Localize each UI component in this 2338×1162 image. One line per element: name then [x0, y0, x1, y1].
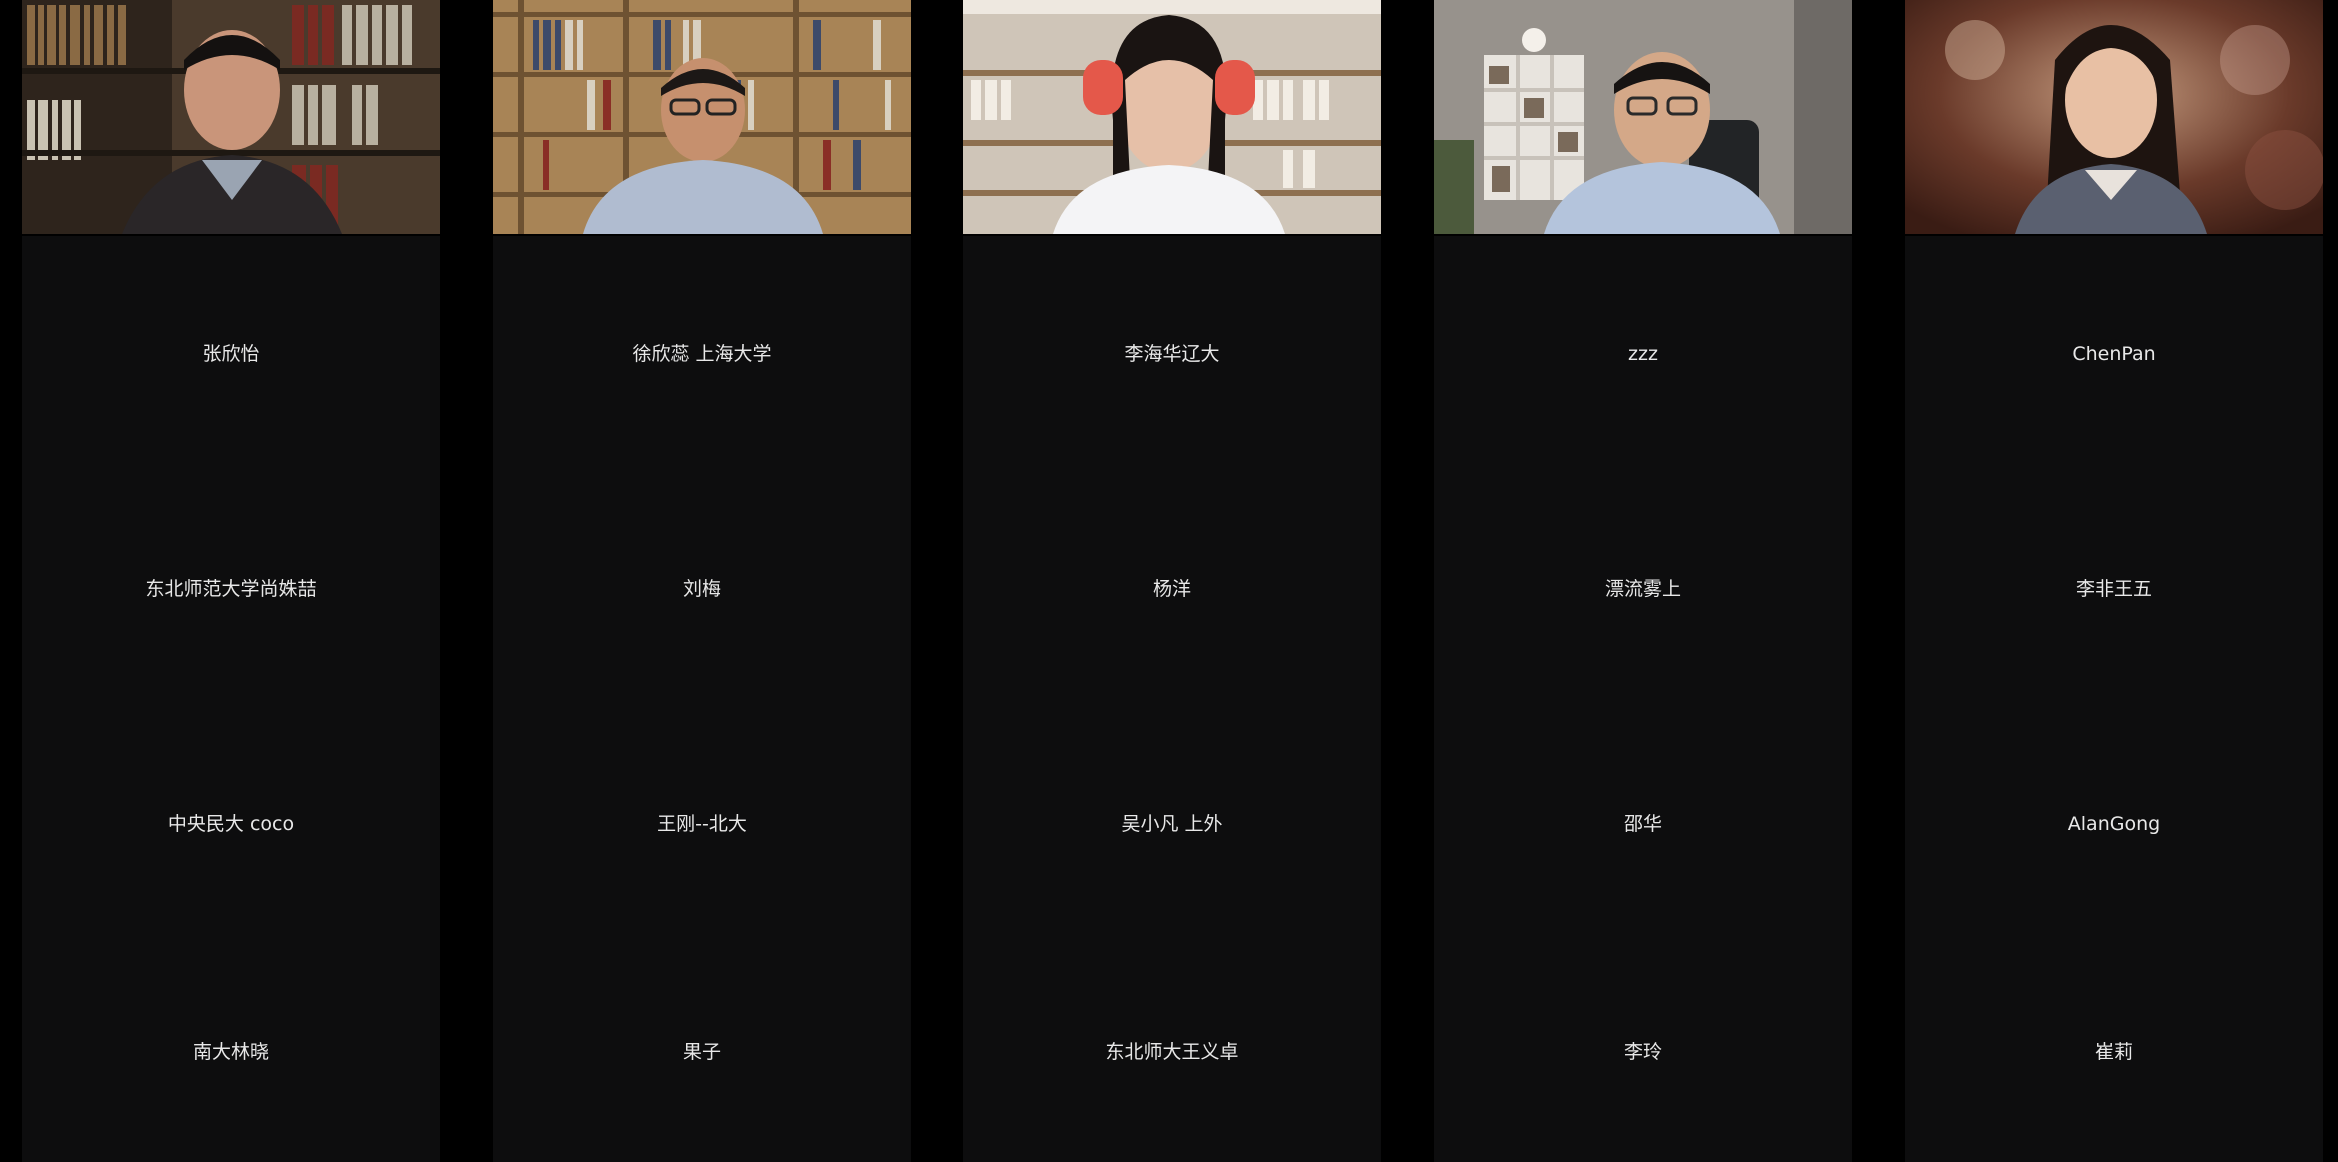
participant-tile[interactable]: 杨洋 — [963, 471, 1381, 706]
gallery-column-1: 张欣怡 东北师范大学尚姝喆 中央民大 coco 南大林晓 — [22, 0, 440, 1162]
participant-name: 东北师大王义卓 — [1105, 1040, 1239, 1063]
gallery-column-4: zzz 漂流雾上 邵华 李玲 — [1434, 0, 1852, 1162]
gallery-column-5: ChenPan 李非王五 AlanGong 崔莉 — [1905, 0, 2323, 1162]
participant-name: 中央民大 coco — [167, 812, 295, 835]
participant-name: 李非王五 — [2075, 577, 2152, 600]
participant-tile[interactable]: 漂流雾上 — [1434, 471, 1852, 706]
participant-tile[interactable]: 徐欣蕊 上海大学 — [493, 236, 911, 471]
participant-tile[interactable]: zzz — [1434, 236, 1852, 471]
participant-name: 邵华 — [1623, 812, 1662, 835]
participant-tile[interactable]: 张欣怡 — [22, 236, 440, 471]
participant-name: 徐欣蕊 上海大学 — [632, 342, 772, 365]
participant-tile[interactable]: 邵华 — [1434, 706, 1852, 941]
participant-name: ChenPan — [2072, 342, 2156, 365]
participant-tile[interactable]: AlanGong — [1905, 706, 2323, 941]
participant-tile[interactable]: 中央民大 coco — [22, 706, 440, 941]
participant-name: zzz — [1628, 342, 1658, 365]
participant-video-tile[interactable] — [493, 0, 911, 234]
participant-name: 漂流雾上 — [1604, 577, 1681, 600]
gallery-column-2: 徐欣蕊 上海大学 刘梅 王刚--北大 果子 — [493, 0, 911, 1162]
participant-video-tile[interactable] — [963, 0, 1381, 234]
participant-name: 东北师范大学尚姝喆 — [145, 577, 317, 600]
participant-tile[interactable]: 东北师大王义卓 — [963, 941, 1381, 1162]
participant-name: 李玲 — [1623, 1040, 1662, 1063]
gallery-column-3: 李海华辽大 杨洋 吴小凡 上外 东北师大王义卓 — [963, 0, 1381, 1162]
participant-video-feed — [963, 0, 1381, 234]
participant-name: 张欣怡 — [202, 342, 260, 365]
participant-name: 刘梅 — [682, 577, 721, 600]
participant-name: AlanGong — [2067, 812, 2161, 835]
participant-video-tile[interactable] — [1905, 0, 2323, 234]
participant-tile[interactable]: 果子 — [493, 941, 911, 1162]
participant-tile[interactable]: 李海华辽大 — [963, 236, 1381, 471]
participant-name: 李海华辽大 — [1124, 342, 1220, 365]
participant-tile[interactable]: 崔莉 — [1905, 941, 2323, 1162]
participant-tile[interactable]: ChenPan — [1905, 236, 2323, 471]
participant-name: 果子 — [682, 1040, 721, 1063]
participant-video-feed — [22, 0, 440, 234]
participant-tile[interactable]: 王刚--北大 — [493, 706, 911, 941]
participant-name: 南大林晓 — [192, 1040, 269, 1063]
participant-tile[interactable]: 东北师范大学尚姝喆 — [22, 471, 440, 706]
participant-video-feed — [1905, 0, 2323, 234]
participant-tile[interactable]: 刘梅 — [493, 471, 911, 706]
participant-tile[interactable]: 吴小凡 上外 — [963, 706, 1381, 941]
participant-tile[interactable]: 李玲 — [1434, 941, 1852, 1162]
participant-tile[interactable]: 南大林晓 — [22, 941, 440, 1162]
participant-name: 王刚--北大 — [657, 812, 747, 835]
participant-name: 吴小凡 上外 — [1121, 812, 1223, 835]
participant-video-tile[interactable] — [1434, 0, 1852, 234]
participant-name: 杨洋 — [1152, 577, 1191, 600]
participant-video-tile[interactable] — [22, 0, 440, 234]
participant-name: 崔莉 — [2094, 1040, 2133, 1063]
participant-video-feed — [493, 0, 911, 234]
video-conference-gallery: 张欣怡 东北师范大学尚姝喆 中央民大 coco 南大林晓 徐欣蕊 上海大学 刘梅… — [0, 0, 2338, 1162]
participant-tile[interactable]: 李非王五 — [1905, 471, 2323, 706]
participant-video-feed — [1434, 0, 1852, 234]
